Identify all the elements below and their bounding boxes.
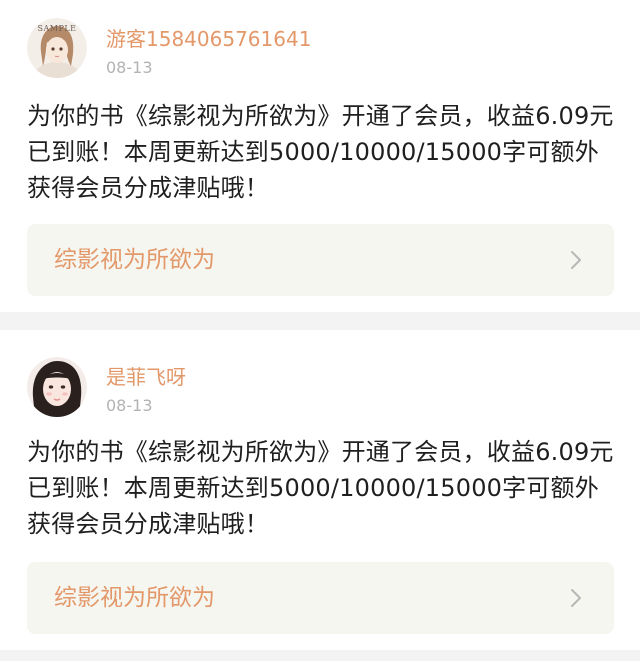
notification-feed: SAMPLE 游客1584065761641 08-13 为你的书《综影视为所欲…	[0, 0, 640, 661]
post-date: 08-13	[106, 58, 153, 77]
book-link-card[interactable]: 综影视为所欲为	[27, 224, 614, 296]
notification-card: 是菲飞呀 08-13 为你的书《综影视为所欲为》开通了会员，收益6.09元已到账…	[0, 330, 640, 650]
post-date: 08-13	[106, 396, 153, 415]
user-avatar-icon[interactable]: SAMPLE	[27, 18, 87, 78]
book-title: 综影视为所欲为	[54, 247, 215, 273]
notification-message: 为你的书《综影视为所欲为》开通了会员，收益6.09元已到账！本周更新达到5000…	[27, 102, 614, 202]
book-link-card[interactable]: 综影视为所欲为	[27, 562, 614, 634]
username[interactable]: 是菲飞呀	[106, 365, 186, 389]
avatar-watermark: SAMPLE	[38, 24, 77, 33]
chevron-right-icon	[571, 251, 581, 269]
notification-message: 为你的书《综影视为所欲为》开通了会员，收益6.09元已到账！本周更新达到5000…	[27, 438, 614, 538]
username[interactable]: 游客1584065761641	[106, 27, 311, 51]
user-avatar-icon[interactable]	[27, 357, 87, 417]
notification-card: SAMPLE 游客1584065761641 08-13 为你的书《综影视为所欲…	[0, 0, 640, 312]
chevron-right-icon	[571, 589, 581, 607]
book-title: 综影视为所欲为	[54, 585, 215, 611]
